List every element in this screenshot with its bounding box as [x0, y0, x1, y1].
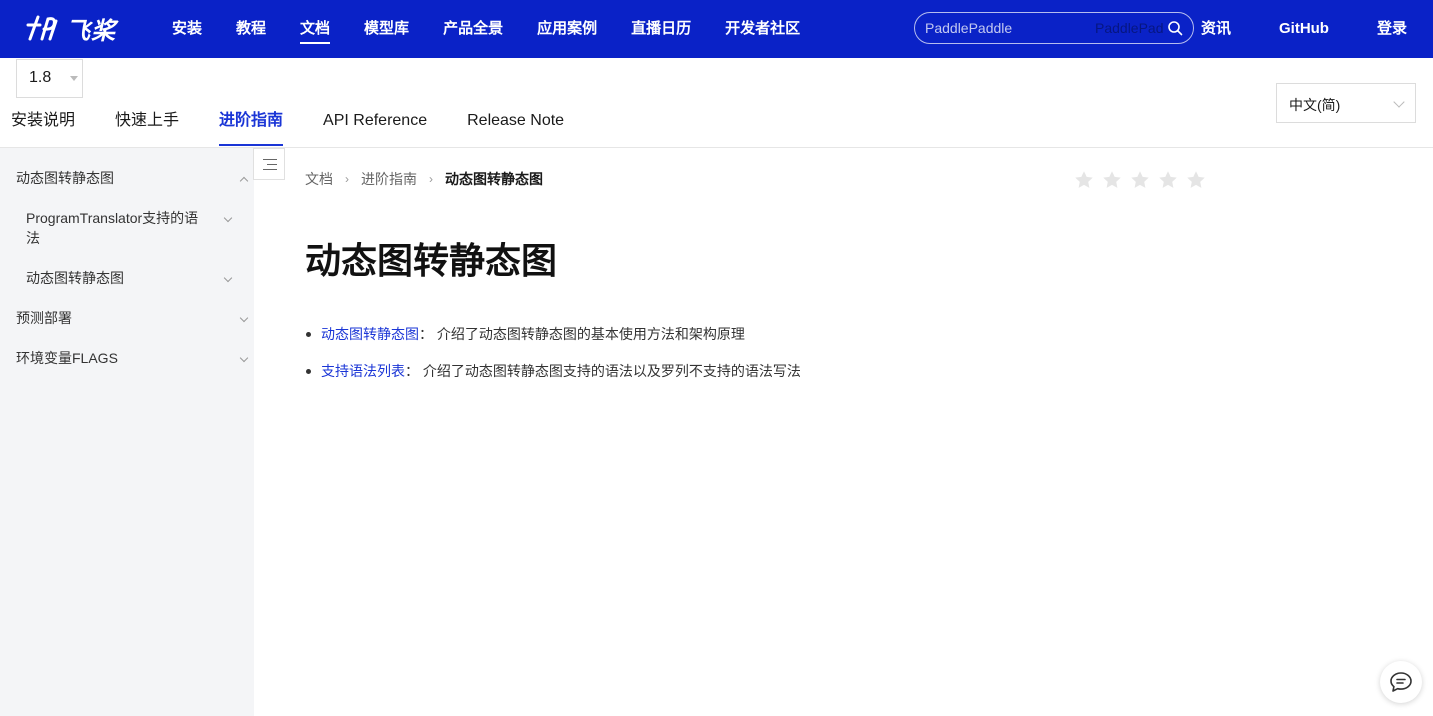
paddle-logo-icon: [26, 15, 58, 41]
list-item: 支持语法列表： 介绍了动态图转静态图支持的语法以及罗列不支持的语法写法: [305, 360, 801, 382]
list-item-colon: ：: [405, 363, 419, 379]
logo-text: 飞桨: [66, 17, 116, 45]
star-icon[interactable]: [1073, 169, 1095, 191]
login-link[interactable]: 登录: [1377, 0, 1407, 58]
tab-install-guide[interactable]: 安装说明: [11, 100, 75, 147]
chevron-down-icon: [1393, 96, 1405, 108]
nav-cases[interactable]: 应用案例: [537, 0, 597, 58]
search-input[interactable]: [925, 18, 1165, 38]
link-dygraph-to-static[interactable]: 动态图转静态图: [321, 326, 419, 342]
chevron-down-icon: [239, 353, 249, 363]
breadcrumb: 文档 › 进阶指南 › 动态图转静态图: [305, 169, 543, 189]
main-nav: 安装 教程 文档 模型库 产品全景 应用案例 直播日历 开发者社区: [172, 0, 834, 58]
nav-products[interactable]: 产品全景: [443, 0, 503, 58]
page-title: 动态图转静态图: [305, 240, 558, 281]
content-list: 动态图转静态图： 介绍了动态图转静态图的基本使用方法和架构原理 支持语法列表： …: [305, 323, 801, 397]
sidebar-item-label: 动态图转静态图: [26, 270, 124, 286]
nav-tutorial[interactable]: 教程: [236, 0, 266, 58]
chevron-down-icon: [223, 213, 233, 223]
list-icon-line: [267, 164, 277, 165]
sidebar-item-inference-deploy[interactable]: 预测部署: [16, 308, 256, 328]
nav-live[interactable]: 直播日历: [631, 0, 691, 58]
sidebar-item-env-flags[interactable]: 环境变量FLAGS: [16, 348, 256, 368]
caret-down-icon: [70, 76, 78, 81]
doc-tabs: 安装说明 快速上手 进阶指南 API Reference Release Not…: [11, 100, 604, 147]
sidebar: 动态图转静态图 ProgramTranslator支持的语法 动态图转静态图 预…: [0, 148, 254, 716]
top-navbar: 飞桨 安装 教程 文档 模型库 产品全景 应用案例 直播日历 开发者社区 Pad…: [0, 0, 1433, 58]
feedback-button[interactable]: [1380, 661, 1422, 703]
chat-icon: [1390, 672, 1412, 692]
list-item-colon: ：: [419, 326, 433, 342]
sidebar-item-dygraph-to-static-sub[interactable]: 动态图转静态图: [26, 268, 256, 288]
tab-api-reference[interactable]: API Reference: [323, 100, 427, 147]
star-icon[interactable]: [1101, 169, 1123, 191]
language-value: 中文(简): [1289, 97, 1341, 113]
breadcrumb-current: 动态图转静态图: [445, 171, 543, 187]
sidebar-item-label: 预测部署: [16, 310, 72, 326]
tab-advanced-guide[interactable]: 进阶指南: [219, 100, 284, 147]
chevron-right-icon: ›: [429, 172, 433, 186]
link-syntax-list[interactable]: 支持语法列表: [321, 363, 405, 379]
sidebar-item-label: 环境变量FLAGS: [16, 350, 118, 366]
nav-community[interactable]: 开发者社区: [725, 0, 800, 58]
nav-install[interactable]: 安装: [172, 0, 202, 58]
chevron-up-icon: [239, 176, 249, 186]
sidebar-item-dygraph-to-static[interactable]: 动态图转静态图: [16, 168, 256, 188]
chevron-right-icon: ›: [345, 172, 349, 186]
language-select[interactable]: 中文(简): [1276, 83, 1416, 123]
list-icon: [263, 159, 277, 160]
breadcrumb-advanced[interactable]: 进阶指南: [361, 169, 417, 189]
breadcrumb-docs[interactable]: 文档: [305, 169, 333, 189]
chevron-down-icon: [223, 273, 233, 283]
toc-toggle-button[interactable]: [253, 148, 285, 180]
list-item-desc: 介绍了动态图转静态图的基本使用方法和架构原理: [436, 326, 745, 342]
header-right-links: 资讯 GitHub 登录: [1153, 0, 1407, 58]
star-icon[interactable]: [1157, 169, 1179, 191]
sidebar-item-label: ProgramTranslator支持的语法: [26, 210, 199, 246]
version-select[interactable]: 1.8: [16, 59, 83, 98]
tab-release-note[interactable]: Release Note: [467, 100, 564, 147]
chevron-down-icon: [239, 313, 249, 323]
star-icon[interactable]: [1129, 169, 1151, 191]
rating-stars: [1073, 169, 1213, 191]
list-icon-line: [263, 169, 277, 170]
nav-github[interactable]: GitHub: [1279, 0, 1329, 58]
paddle-logo[interactable]: 飞桨: [26, 10, 116, 46]
sidebar-item-label: 动态图转静态图: [16, 170, 114, 186]
nav-news[interactable]: 资讯: [1201, 0, 1231, 58]
list-item: 动态图转静态图： 介绍了动态图转静态图的基本使用方法和架构原理: [305, 323, 801, 345]
version-value: 1.8: [29, 69, 52, 86]
tab-quick-start[interactable]: 快速上手: [115, 100, 179, 147]
star-icon[interactable]: [1185, 169, 1207, 191]
nav-docs[interactable]: 文档: [300, 0, 331, 58]
sidebar-item-program-translator[interactable]: ProgramTranslator支持的语法: [26, 208, 256, 248]
list-item-desc: 介绍了动态图转静态图支持的语法以及罗列不支持的语法写法: [422, 363, 801, 379]
nav-models[interactable]: 模型库: [364, 0, 409, 58]
